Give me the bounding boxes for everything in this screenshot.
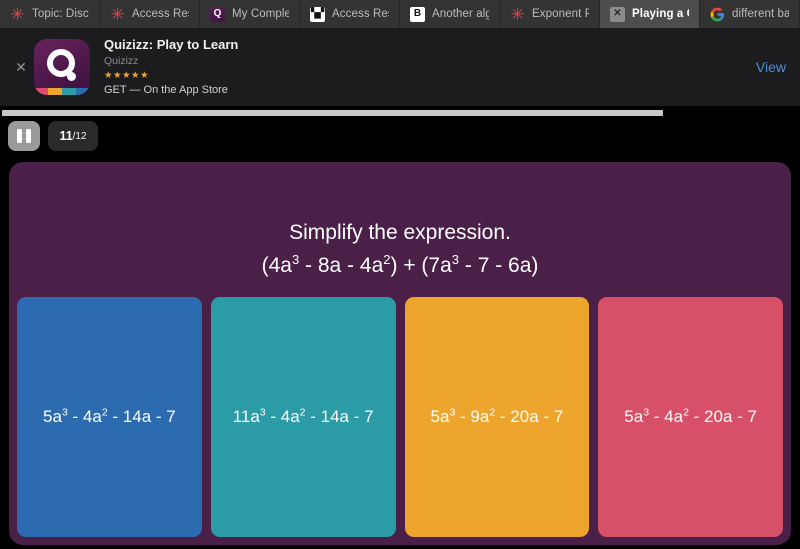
quiz-progress-fill (2, 110, 663, 116)
answer-option-3-text: 5a3 - 9a2 - 20a - 7 (430, 406, 564, 426)
banner-price-line: GET — On the App Store (104, 83, 228, 96)
question-counter: 11/12 (48, 121, 98, 151)
quiz-area: 11/12 Simplify the expression. (4a 3 - 8a… (0, 106, 800, 549)
browser-tab-label: Access Rest… (332, 8, 389, 20)
close-box-icon: ✕ (610, 6, 625, 22)
browser-tab-5[interactable]: Exponent Pr… (500, 0, 600, 28)
answer-option-2[interactable]: 11a3 - 4a2 - 14a - 7 (210, 297, 396, 537)
banner-app-developer: Quizizz (104, 54, 139, 67)
question-card: Simplify the expression. (4a 3 - 8a - 4a2… (9, 162, 791, 545)
browser-tab-4[interactable]: B Another alge… (400, 0, 500, 28)
close-banner-button[interactable]: ✕ (8, 60, 34, 74)
expr-exp-2: 3 (451, 252, 460, 267)
expr-part-3: - 7 - 6a) (459, 254, 539, 277)
browser-tab-label: Topic: Discu (32, 8, 89, 20)
google-icon (710, 7, 725, 22)
browser-tab-label: Access Rest… (132, 8, 189, 20)
expr-part-2: ) + (7a (390, 254, 452, 277)
canvas-icon (10, 7, 25, 22)
view-app-button[interactable]: View (744, 59, 786, 75)
banner-app-title: Quizizz: Play to Learn (104, 36, 239, 52)
quizizz-logo-dot (67, 72, 76, 81)
browser-tab-label: different bas… (732, 8, 789, 20)
banner-star-rating: ★★★★★ (104, 69, 150, 81)
question-block: Simplify the expression. (4a 3 - 8a - 4a2… (9, 162, 791, 282)
browser-tab-7[interactable]: different bas… (700, 0, 800, 28)
answer-options: 5a3 - 4a2 - 14a - 7 11a3 - 4a2 - 14a - 7… (9, 282, 791, 545)
qr-code-icon: ▚▞ (310, 6, 325, 22)
answer-option-2-text: 11a3 - 4a2 - 14a - 7 (232, 406, 374, 426)
pause-icon-bar-left (17, 129, 22, 143)
quiz-progress-bar (0, 110, 800, 116)
browser-tab-label: Playing a Ga… (632, 8, 689, 20)
answer-option-1-text: 5a3 - 4a2 - 14a - 7 (43, 406, 176, 426)
canvas-icon (110, 7, 125, 22)
canvas-icon (510, 7, 525, 22)
browser-tab-label: Exponent Pr… (532, 8, 589, 20)
pause-icon-bar-right (26, 129, 31, 143)
answer-option-4-text: 5a3 - 4a2 - 20a - 7 (624, 406, 757, 426)
answer-option-1[interactable]: 5a3 - 4a2 - 14a - 7 (17, 297, 202, 537)
question-counter-total: /12 (72, 130, 87, 142)
pause-button[interactable] (8, 121, 40, 151)
question-expression: (4a3 - 8a - 4a2) + (7a3 - 7 - 6a) (39, 250, 761, 282)
app-store-smart-banner: ✕ Quizizz: Play to Learn Quizizz ★★★★★ G… (0, 28, 800, 106)
brainly-icon: B (410, 6, 425, 22)
browser-tab-3[interactable]: ▚▞ Access Rest… (300, 0, 400, 28)
expr-part-0: (4a (261, 254, 292, 277)
question-prompt: Simplify the expression. (289, 221, 511, 244)
browser-tab-1[interactable]: Access Rest… (100, 0, 200, 28)
question-counter-current: 11 (59, 129, 73, 143)
answer-option-3[interactable]: 5a3 - 9a2 - 20a - 7 (404, 297, 590, 537)
quizizz-icon: Q (210, 6, 225, 22)
browser-tab-6-active[interactable]: ✕ Playing a Ga… (600, 0, 700, 28)
browser-tab-label: My Complet… (232, 8, 289, 20)
answer-option-4[interactable]: 5a3 - 4a2 - 20a - 7 (598, 297, 783, 537)
expr-exp-1: 2 (383, 252, 391, 267)
browser-tab-label: Another alge… (432, 8, 489, 20)
banner-text-block: Quizizz: Play to Learn Quizizz ★★★★★ GET… (104, 37, 744, 98)
expr-part-1: - 8a - 4a (299, 254, 384, 277)
quiz-controls: 11/12 (0, 116, 800, 156)
browser-tab-0[interactable]: Topic: Discu (0, 0, 100, 28)
quizizz-logo-stripes (34, 88, 90, 95)
browser-tab-strip: Topic: Discu Access Rest… Q My Complet… … (0, 0, 800, 28)
quizizz-app-icon (34, 39, 90, 95)
browser-tab-2[interactable]: Q My Complet… (200, 0, 300, 28)
